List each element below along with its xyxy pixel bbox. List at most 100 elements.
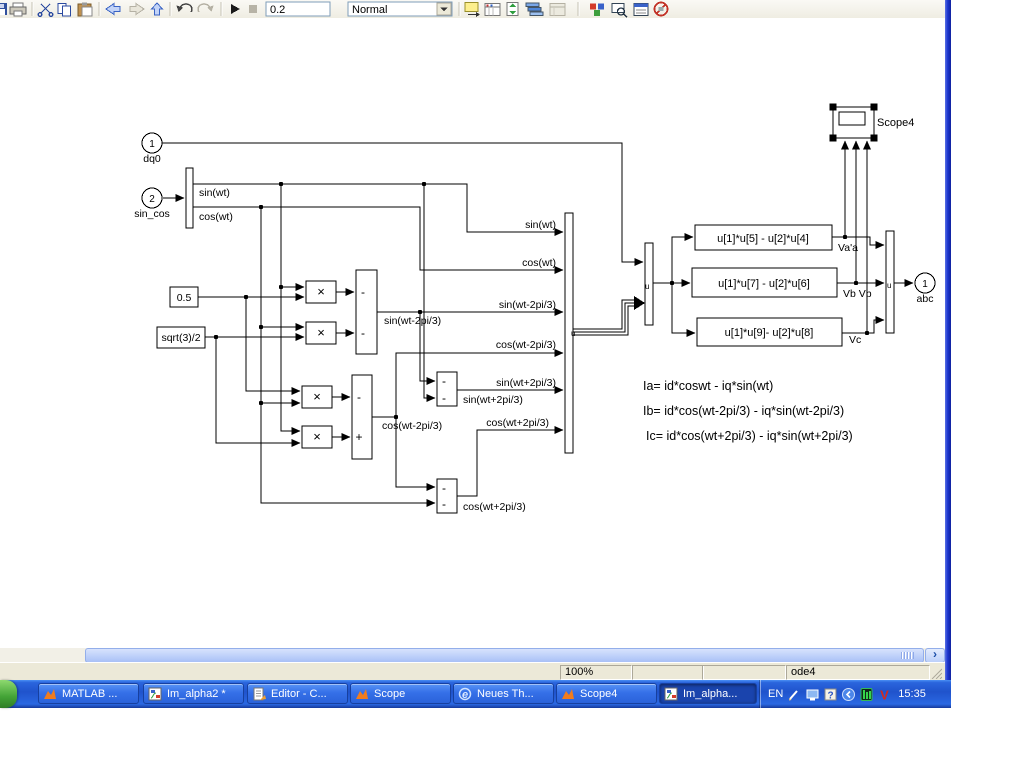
sim-stop-time-field[interactable]: 0.2 [266,2,330,16]
undo-icon[interactable] [177,4,192,12]
taskbar-button-im-alpha-active[interactable]: Im_alpha... [659,683,757,704]
taskbar: MATLAB ... Im_alpha2 * Editor - C... Sco… [0,680,951,708]
fcn-block-3[interactable]: u[1]*u[9]- u[2]*u[8] [697,318,842,346]
product-block-1[interactable]: × [306,281,336,303]
svg-text:u[1]*u[9]- u[2]*u[8]: u[1]*u[9]- u[2]*u[8] [725,327,814,339]
inport-sin-cos[interactable]: 2 sin_cos [134,188,170,220]
generate-report-icon[interactable] [550,4,565,16]
scope4-block[interactable]: Scope4 [830,104,914,141]
scroll-right-button[interactable]: › [925,648,945,663]
svg-text:u: u [571,329,575,338]
model-canvas[interactable]: 1 dq0 2 sin_cos 0.5 sqrt [0,18,945,648]
product-block-2[interactable]: × [306,322,336,344]
up-level-icon[interactable] [152,3,163,15]
sim-stop-time-value[interactable]: 0.2 [270,4,285,16]
svg-text:cos(wt+2pi/3): cos(wt+2pi/3) [486,417,549,429]
outport-abc[interactable]: 1 abc [915,273,935,305]
copy-icon[interactable] [58,4,71,17]
svg-text:0.5: 0.5 [177,292,192,304]
collapse-chevron-icon[interactable] [842,688,855,701]
svg-text:e: e [462,689,468,701]
taskbar-button-scope[interactable]: Scope [350,683,451,704]
taskbar-button-editor[interactable]: Editor - C... [247,683,348,704]
sum-block-3[interactable]: - - [437,372,457,406]
taskbar-button-scope4[interactable]: Scope4 [556,683,657,704]
scrollbar-thumb[interactable] [85,648,924,663]
svg-text:Vb Vb: Vb Vb [843,288,872,300]
redo-icon[interactable] [198,4,213,12]
save-icon[interactable] [0,3,7,15]
pen-icon[interactable] [788,688,801,701]
language-indicator[interactable]: EN [768,688,783,700]
product-block-3[interactable]: × [302,386,332,408]
help-icon[interactable]: ? [824,688,837,701]
inport-sin-cos-label: sin_cos [134,208,170,220]
svg-text:-: - [442,374,446,388]
svg-text:?: ? [828,690,834,701]
fcn-block-1[interactable]: u[1]*u[5] - u[2]*u[4] [695,225,832,250]
library-browser-icon[interactable] [485,4,500,16]
debug-disabled-icon[interactable] [655,3,668,16]
model-browser-toggle-icon[interactable] [465,3,480,18]
outport-abc-label: abc [917,293,934,305]
sum-block-1[interactable]: - - [356,270,377,354]
back-icon[interactable] [106,4,120,15]
stop-simulation-icon[interactable] [249,5,257,13]
solver-value: ode4 [791,666,815,678]
scope4-label: Scope4 [877,117,914,129]
system-tray: EN ? V 15:35 [760,680,951,708]
inport-dq0[interactable]: 1 dq0 [142,133,162,165]
toolbar: 0.2 Normal [0,0,945,19]
simulink-icon [148,687,162,701]
taskbar-button-matlab[interactable]: MATLAB ... [38,683,139,704]
svg-text:sin(wt+2pi/3): sin(wt+2pi/3) [463,394,523,406]
resize-grip[interactable] [930,667,942,679]
build-all-icon[interactable] [526,3,543,16]
svg-text:1: 1 [922,279,928,290]
svg-text:-: - [442,391,446,405]
clock[interactable]: 15:35 [898,688,926,700]
constant-sqrt3-over-2[interactable]: sqrt(3)/2 [157,327,205,348]
sim-mode-dropdown[interactable]: Normal [348,2,452,16]
equation-ia: Ia= id*coswt - iq*sin(wt) [643,379,773,393]
sum-block-4[interactable]: - - [437,479,457,513]
svg-text:sin(wt-2pi/3): sin(wt-2pi/3) [499,299,556,311]
start-button[interactable] [0,680,17,708]
svg-text:-: - [442,481,446,495]
simulink-icon [664,687,678,701]
update-diagram-icon[interactable] [507,3,518,16]
demux-block[interactable] [186,168,193,228]
editor-icon [252,687,266,701]
sum-block-2[interactable]: - + [352,375,372,459]
product-block-4[interactable]: × [302,426,332,448]
model-explorer-icon[interactable] [634,4,648,16]
constant-0p5[interactable]: 0.5 [170,287,198,307]
horizontal-scrollbar[interactable]: › [0,648,945,662]
antivirus-icon[interactable]: V [878,688,891,701]
solver-field: ode4 [786,665,930,680]
taskbar-button-neues[interactable]: e Neues Th... [453,683,554,704]
matlab-icon [355,687,369,701]
print-icon[interactable] [10,3,26,16]
svg-text:+: + [355,430,362,444]
find-in-model-icon[interactable] [612,4,627,18]
matlab-icon [43,687,57,701]
simulink-blocks-icon[interactable] [590,4,604,17]
cut-icon[interactable] [38,4,53,16]
network-meter-icon[interactable] [860,688,873,701]
svg-text:×: × [317,284,325,299]
forward-icon[interactable] [130,4,144,15]
start-simulation-icon[interactable] [231,4,240,14]
display-icon[interactable] [806,688,819,701]
window-border [945,0,951,680]
svg-text:cos(wt-2pi/3): cos(wt-2pi/3) [382,420,442,432]
taskbar-button-im-alpha2[interactable]: Im_alpha2 * [143,683,244,704]
equation-ic: Ic= id*cos(wt+2pi/3) - iq*sin(wt+2pi/3) [646,429,853,443]
svg-text:×: × [317,325,325,340]
paste-icon[interactable] [78,3,92,17]
svg-text:cos(wt): cos(wt) [199,211,233,223]
sim-mode-value[interactable]: Normal [352,4,387,16]
equation-ib: Ib= id*cos(wt-2pi/3) - iq*sin(wt-2pi/3) [643,404,844,418]
fcn-block-2[interactable]: u[1]*u[7] - u[2]*u[6] [692,268,837,297]
annotation-equations[interactable]: Ia= id*coswt - iq*sin(wt) Ib= id*cos(wt-… [643,379,853,443]
